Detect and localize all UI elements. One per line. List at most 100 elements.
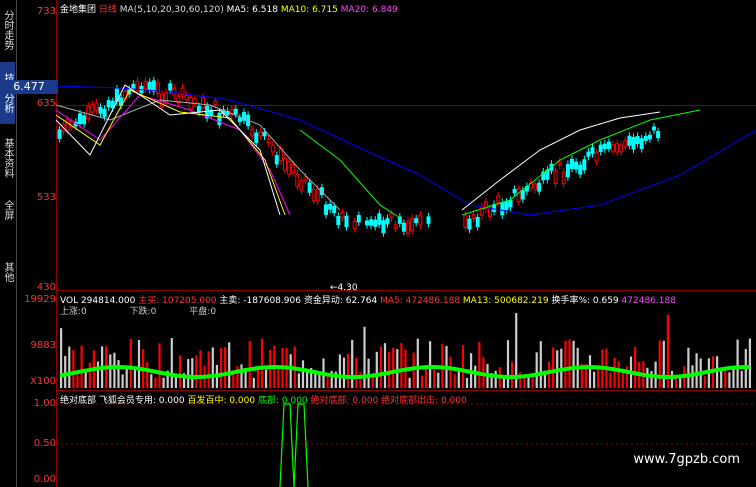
candle-body — [611, 144, 615, 152]
volume-bar — [306, 372, 309, 388]
candle-body — [406, 221, 410, 235]
candle-body — [344, 215, 349, 228]
volume-bar — [675, 377, 678, 388]
volume-bar — [658, 340, 661, 388]
candle-body — [65, 118, 70, 132]
volume-bar — [277, 366, 280, 388]
volume-bar — [506, 340, 510, 388]
candle-body — [303, 176, 308, 182]
candle-body — [410, 217, 415, 232]
candle-body — [352, 220, 357, 229]
candle-body — [106, 100, 111, 108]
volume-bar — [465, 377, 469, 388]
candle-body — [328, 203, 333, 210]
volume-bar — [408, 377, 411, 388]
volume-bar — [240, 364, 243, 388]
candle-body — [393, 224, 398, 229]
volume-bar — [433, 369, 436, 388]
volume-bar — [207, 351, 210, 388]
volume-bar — [547, 361, 551, 388]
volume-bar — [593, 371, 596, 388]
candle-body — [295, 173, 300, 187]
volume-bar — [679, 377, 682, 388]
candle-body — [631, 136, 636, 150]
volume-bar — [137, 340, 141, 388]
volume-bar — [670, 370, 674, 388]
candle-body — [504, 201, 509, 211]
volume-bar — [646, 367, 649, 388]
volume-bar — [219, 347, 223, 388]
candle-body — [90, 104, 95, 113]
volume-bar — [732, 369, 735, 388]
volume-bar — [113, 352, 116, 388]
volume-bar — [359, 372, 362, 388]
volume-bar — [146, 362, 149, 388]
candle-body — [389, 212, 394, 219]
volume-bar — [265, 369, 268, 388]
candle-body — [500, 202, 505, 216]
candle-body — [102, 108, 107, 118]
volume-bar — [347, 353, 350, 388]
candle-body — [291, 164, 296, 174]
candle-body — [57, 129, 62, 139]
candle-body — [78, 113, 82, 125]
volume-bar — [736, 339, 739, 388]
candle-body — [426, 216, 431, 224]
candle-body — [365, 220, 369, 226]
volume-bar — [154, 377, 157, 388]
volume-bar — [297, 373, 300, 388]
candle-body — [262, 131, 267, 137]
candle-body — [553, 170, 558, 184]
volume-bar — [400, 343, 403, 388]
volume-bar — [396, 349, 399, 388]
volume-bar — [621, 370, 624, 388]
candle-body — [217, 112, 222, 126]
candle-body — [274, 155, 279, 165]
volume-bar — [158, 343, 161, 388]
volume-bar — [80, 346, 83, 388]
volume-bar — [174, 377, 177, 388]
candle-body — [311, 189, 316, 201]
volume-bar — [740, 370, 743, 388]
volume-bar — [367, 358, 370, 388]
volume-bar — [457, 371, 460, 388]
candle-body — [172, 87, 177, 96]
candle-body — [155, 82, 160, 94]
candle-body — [270, 144, 275, 153]
candle-body — [324, 204, 328, 215]
volume-bar — [388, 351, 391, 388]
volume-bar — [437, 372, 440, 388]
volume-bar — [125, 368, 128, 388]
volume-bar — [289, 354, 292, 388]
chart-canvas[interactable]: ←4.30 — [0, 0, 756, 487]
candle-body — [147, 81, 152, 91]
volume-bar — [634, 346, 637, 388]
volume-bar — [474, 365, 477, 388]
candle-body — [213, 100, 218, 105]
candle-body — [381, 220, 386, 234]
volume-bar — [494, 370, 497, 388]
volume-bar — [96, 361, 100, 388]
candle-body — [639, 138, 644, 150]
candle-body — [537, 182, 542, 192]
volume-bar — [224, 347, 227, 388]
volume-bar — [564, 340, 567, 388]
candle-body — [471, 213, 476, 220]
candle-body — [496, 195, 501, 204]
candle-body — [151, 80, 156, 92]
volume-bar — [60, 328, 63, 388]
volume-bar — [236, 366, 239, 388]
candle-body — [168, 83, 173, 91]
volume-bar — [162, 377, 165, 388]
candle-body — [488, 207, 492, 218]
volume-bar — [199, 350, 202, 388]
volume-bar — [252, 377, 255, 388]
volume-bar — [150, 374, 153, 388]
volume-bar — [170, 338, 173, 388]
volume-bar — [703, 376, 706, 388]
volume-bar — [748, 338, 751, 388]
candle-body — [533, 183, 538, 190]
volume-bar — [728, 372, 731, 388]
volume-bar — [687, 347, 690, 388]
candle-body — [606, 141, 611, 149]
